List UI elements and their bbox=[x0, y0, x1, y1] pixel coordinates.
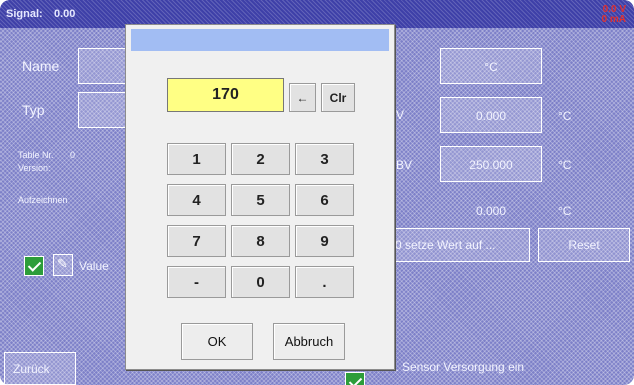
backspace-button[interactable]: ← bbox=[289, 83, 316, 112]
cancel-button[interactable]: Abbruch bbox=[273, 323, 345, 360]
twentyma-value: 250.000 bbox=[469, 158, 513, 172]
back-button[interactable]: Zurück bbox=[4, 352, 76, 385]
numeric-keypad-dialog: 170 ← Clr 1 2 3 4 5 6 7 8 9 - 0 . OK Abb… bbox=[125, 24, 395, 370]
signal-value: 0.00 bbox=[54, 8, 76, 20]
key-6[interactable]: 6 bbox=[295, 184, 354, 216]
version-label: Version: bbox=[18, 163, 51, 173]
fourma-value: 0.000 bbox=[475, 109, 507, 123]
key-8[interactable]: 8 bbox=[231, 225, 290, 257]
name-field[interactable] bbox=[78, 48, 128, 84]
sensor-supply-checkbox[interactable] bbox=[345, 372, 365, 385]
key-5[interactable]: 5 bbox=[231, 184, 290, 216]
key-0[interactable]: 0 bbox=[231, 266, 290, 298]
key-1[interactable]: 1 bbox=[167, 143, 226, 175]
record-value-label: Value bbox=[79, 259, 109, 273]
offset-unit: °C bbox=[558, 204, 572, 218]
key-decimal-point[interactable]: . bbox=[295, 266, 354, 298]
key-4[interactable]: 4 bbox=[167, 184, 226, 216]
unit-value: °C bbox=[484, 60, 498, 74]
key-7[interactable]: 7 bbox=[167, 225, 226, 257]
ok-button[interactable]: OK bbox=[181, 323, 253, 360]
fourma-unit: °C bbox=[558, 109, 572, 123]
key-minus[interactable]: - bbox=[167, 266, 226, 298]
key-9[interactable]: 9 bbox=[295, 225, 354, 257]
alarm-current: 0 mA bbox=[601, 14, 626, 25]
twentyma-label-suffix: BV bbox=[396, 158, 413, 172]
table-number-value: 0 bbox=[70, 150, 76, 160]
key-2[interactable]: 2 bbox=[231, 143, 290, 175]
device-screen: Signal: 0.00 0.0 V 0 mA Name Typ Table N… bbox=[0, 0, 634, 385]
type-label: Typ bbox=[22, 102, 45, 118]
record-edit-button[interactable]: ✎ bbox=[53, 254, 73, 276]
dialog-title-bar bbox=[131, 29, 389, 51]
clear-button[interactable]: Clr bbox=[321, 83, 355, 112]
key-3[interactable]: 3 bbox=[295, 143, 354, 175]
backspace-arrow-icon: ← bbox=[296, 90, 309, 105]
record-checkbox[interactable] bbox=[24, 256, 44, 276]
value-display: 170 bbox=[167, 78, 284, 112]
fourma-label-suffix: V bbox=[396, 108, 405, 122]
offset-value: 0.000 bbox=[475, 204, 507, 218]
reset-button[interactable]: Reset bbox=[538, 228, 630, 262]
twentyma-unit: °C bbox=[558, 158, 572, 172]
record-label: Aufzeichnen bbox=[18, 195, 68, 205]
signal-label: Signal: bbox=[6, 8, 43, 20]
name-label: Name bbox=[22, 58, 60, 74]
type-field[interactable] bbox=[78, 92, 128, 128]
set-value-button[interactable]: 0 setze Wert auf ... bbox=[392, 228, 530, 262]
sensor-supply-label: t. Sensor Versorgung ein bbox=[392, 360, 525, 374]
table-number-label: Table Nr. bbox=[18, 150, 54, 160]
pencil-icon: ✎ bbox=[57, 256, 68, 271]
